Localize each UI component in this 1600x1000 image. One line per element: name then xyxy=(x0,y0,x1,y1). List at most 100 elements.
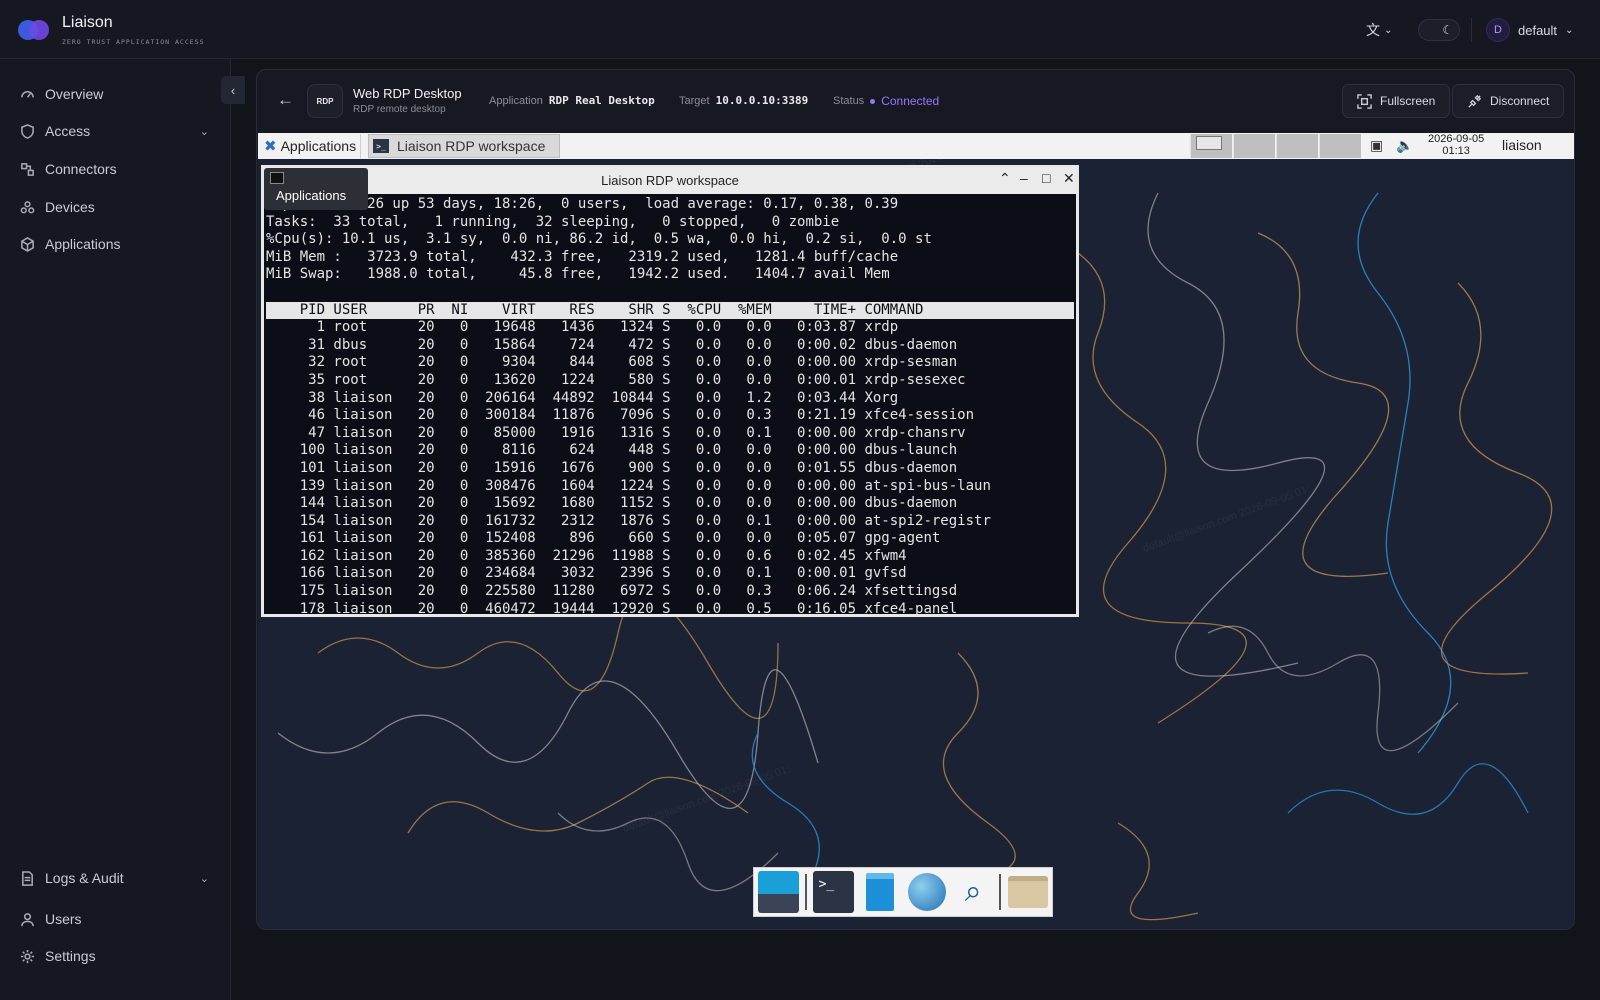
window-titlebar[interactable]: Liaison RDP workspace ⌃ – □ ✕ xyxy=(264,168,1076,194)
web-browser-icon[interactable] xyxy=(906,871,947,913)
theme-toggle[interactable]: ☾ xyxy=(1418,19,1460,41)
sidebar-item-connectors[interactable]: Connectors xyxy=(20,157,215,181)
network-disconnected-icon[interactable]: ▣ xyxy=(1370,137,1383,154)
gauge-icon xyxy=(21,90,34,98)
dock-separator xyxy=(999,874,1002,910)
avatar: D xyxy=(1486,18,1510,42)
sidebar-item-label: Users xyxy=(45,911,82,927)
window-maximize-icon[interactable]: □ xyxy=(1042,170,1050,186)
process-table-header: PID USER PR NI VIRT RES SHR S %CPU %MEM … xyxy=(266,301,1074,320)
process-row: 47 liaison 20 0 85000 1916 1316 S 0.0 0.… xyxy=(266,424,966,441)
sidebar-item-settings[interactable]: Settings xyxy=(20,944,215,968)
protocol-badge: RDP xyxy=(307,84,343,118)
search-icon[interactable]: ⌕ xyxy=(953,871,994,913)
target-value: 10.0.0.10:3389 xyxy=(715,94,809,107)
process-row: 175 liaison 20 0 225580 11280 6972 S 0.0… xyxy=(266,583,958,600)
show-desktop-icon[interactable] xyxy=(758,871,799,913)
file-manager-icon[interactable] xyxy=(860,871,901,913)
terminal-window[interactable]: Liaison RDP workspace ⌃ – □ ✕ top - 01:1… xyxy=(261,165,1079,617)
fullscreen-icon xyxy=(1357,93,1372,109)
gear-icon xyxy=(20,949,35,963)
window-minimize-icon[interactable]: – xyxy=(1020,170,1028,186)
sidebar-item-label: Overview xyxy=(45,86,104,102)
back-arrow-icon[interactable]: ← xyxy=(277,90,294,110)
folder-icon[interactable] xyxy=(1007,871,1048,913)
sidebar-item-overview[interactable]: Overview xyxy=(20,82,215,106)
panel-user[interactable]: liaison xyxy=(1502,137,1542,153)
fullscreen-button[interactable]: Fullscreen xyxy=(1342,84,1451,118)
workspace-3[interactable] xyxy=(1276,134,1318,158)
remote-desktop-canvas[interactable]: default@liaison.com 2026-09-05 01: defau… xyxy=(258,133,1574,929)
user-name: default xyxy=(1518,22,1558,38)
user-menu[interactable]: D default ⌄ xyxy=(1486,17,1573,43)
status-meta: Status Connected xyxy=(833,94,939,108)
process-row: 35 root 20 0 13620 1224 580 S 0.0 0.0 0:… xyxy=(266,371,966,388)
sidebar: Overview Access ⌄ Connectors Devices App… xyxy=(0,59,231,1000)
devices-icon xyxy=(20,200,35,213)
terminal-icon[interactable]: >_ xyxy=(812,871,854,913)
session-card: ← RDP Web RDP Desktop RDP remote desktop… xyxy=(256,69,1575,930)
session-subtitle: RDP remote desktop xyxy=(353,104,446,115)
window-shade-icon[interactable]: ⌃ xyxy=(999,170,1011,187)
top-output[interactable]: top - 01:13:26 up 53 days, 18:26, 0 user… xyxy=(266,196,1074,614)
window-close-icon[interactable]: ✕ xyxy=(1063,170,1075,187)
applications-label: Applications xyxy=(280,138,357,154)
chevron-down-icon: ⌄ xyxy=(199,872,209,885)
volume-muted-icon[interactable]: 🔈 xyxy=(1396,137,1413,154)
chevron-left-icon: ‹ xyxy=(230,82,236,98)
taskbar-window-label: Liaison RDP workspace xyxy=(397,138,546,154)
workspace-1[interactable] xyxy=(1190,134,1232,158)
clock-date: 2026-09-05 xyxy=(1428,133,1485,145)
sidebar-item-label: Access xyxy=(45,123,91,139)
applications-menu-button[interactable]: ✖ Applications xyxy=(260,134,362,158)
unplug-icon xyxy=(1468,94,1482,108)
taskbar-window-button[interactable]: >_ Liaison RDP workspace xyxy=(368,134,560,158)
process-row: 144 liaison 20 0 15692 1680 1152 S 0.0 0… xyxy=(266,495,958,512)
connector-icon xyxy=(21,162,34,176)
process-row: 178 liaison 20 0 460472 19444 12920 S 0.… xyxy=(266,600,958,614)
sidebar-item-label: Devices xyxy=(45,199,95,215)
process-row: 100 liaison 20 0 8116 624 448 S 0.0 0.0 … xyxy=(266,442,958,459)
clock-time: 01:13 xyxy=(1442,145,1470,157)
sidebar-item-users[interactable]: Users xyxy=(20,907,215,931)
workspace-2[interactable] xyxy=(1233,134,1275,158)
status-dot xyxy=(870,98,876,104)
xfce-dock: >_ ⌕ xyxy=(753,867,1053,917)
top-cpu-line: %Cpu(s): 10.1 us, 3.1 sy, 0.0 ni, 86.2 i… xyxy=(266,231,932,248)
sidebar-item-access[interactable]: Access ⌄ xyxy=(20,119,215,143)
session-title: Web RDP Desktop xyxy=(353,86,462,101)
process-row: 38 liaison 20 0 206164 44892 10844 S 0.0… xyxy=(266,389,899,406)
process-row: 46 liaison 20 0 300184 11876 7096 S 0.0 … xyxy=(266,407,975,424)
sidebar-item-label: Settings xyxy=(45,948,96,964)
applications-tooltip: Applications xyxy=(264,168,368,210)
application-meta: Application RDP Real Desktop xyxy=(489,94,655,107)
disconnect-button[interactable]: Disconnect xyxy=(1452,84,1565,118)
sidebar-collapse-button[interactable]: ‹ xyxy=(221,76,245,104)
sidebar-item-devices[interactable]: Devices xyxy=(20,195,215,219)
shield-icon xyxy=(21,123,34,139)
sidebar-item-applications[interactable]: Applications xyxy=(20,232,215,256)
sidebar-item-label: Logs & Audit xyxy=(45,870,124,886)
workspace-4[interactable] xyxy=(1319,134,1361,158)
process-row: 31 dbus 20 0 15864 724 472 S 0.0 0.0 0:0… xyxy=(266,336,958,353)
app-name: Liaison xyxy=(62,14,113,31)
xfce-top-panel: ✖ Applications >_ Liaison RDP workspace … xyxy=(258,133,1574,159)
process-row: 32 root 20 0 9304 844 608 S 0.0 0.0 0:00… xyxy=(266,354,958,371)
xfce-logo-icon: ✖ xyxy=(264,138,277,155)
process-row: 101 liaison 20 0 15916 1676 900 S 0.0 0.… xyxy=(266,459,958,476)
disconnect-label: Disconnect xyxy=(1490,94,1550,108)
chevron-down-icon: ⌄ xyxy=(1565,24,1574,36)
application-value: RDP Real Desktop xyxy=(548,94,655,107)
session-header: ← RDP Web RDP Desktop RDP remote desktop… xyxy=(257,70,1574,133)
language-selector[interactable]: 文 ⌄ xyxy=(1366,17,1392,43)
process-row: 1 root 20 0 19648 1436 1324 S 0.0 0.0 0:… xyxy=(266,319,899,336)
top-mem-line: MiB Mem : 3723.9 total, 432.3 free, 2319… xyxy=(266,248,899,265)
sidebar-item-logs-audit[interactable]: Logs & Audit ⌄ xyxy=(20,866,215,890)
process-row: 139 liaison 20 0 308476 1604 1224 S 0.0 … xyxy=(266,477,991,494)
chevron-down-icon: ⌄ xyxy=(1384,24,1393,36)
box-icon xyxy=(21,236,34,252)
moon-icon: ☾ xyxy=(1442,23,1453,37)
panel-clock[interactable]: 2026-09-05 01:13 xyxy=(1428,133,1484,157)
app-tagline: ZERO TRUST APPLICATION ACCESS xyxy=(62,38,205,46)
process-row: 161 liaison 20 0 152408 896 660 S 0.0 0.… xyxy=(266,530,941,547)
